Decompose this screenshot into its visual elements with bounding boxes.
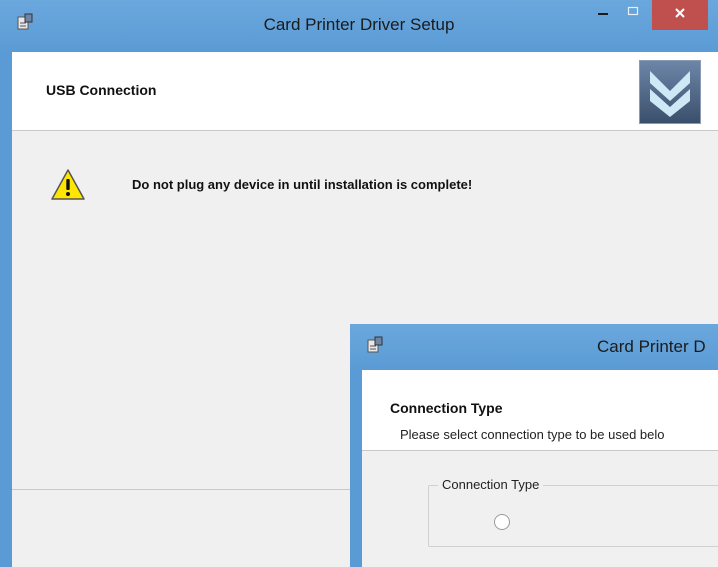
title-bar[interactable]: Card Printer D [350, 324, 718, 370]
setup-window-connection-type: Card Printer D Connection Type Please se… [350, 324, 718, 567]
warning-message: Do not plug any device in until installa… [132, 177, 473, 192]
maximize-button[interactable] [618, 0, 648, 26]
page-header: USB Connection [12, 52, 718, 131]
warning-row: Do not plug any device in until installa… [50, 168, 700, 208]
minimize-icon [597, 4, 609, 22]
maximize-icon [627, 4, 639, 22]
close-icon [674, 6, 686, 24]
warning-icon [50, 168, 86, 202]
setup-app-icon[interactable] [366, 336, 384, 354]
desktop: Card Printer Driver Setup USB Connection [0, 0, 718, 567]
title-bar[interactable]: Card Printer Driver Setup [0, 0, 718, 52]
group-label: Connection Type [438, 477, 544, 492]
connection-type-group [428, 485, 718, 547]
window-title: Card Printer D [597, 337, 706, 356]
close-button[interactable] [652, 0, 708, 30]
instruction-text: Please select connection type to be used… [400, 427, 665, 442]
logo-icon [639, 60, 701, 124]
page-title: Connection Type [390, 400, 503, 416]
minimize-button[interactable] [588, 0, 618, 26]
connection-type-radio[interactable] [494, 514, 510, 530]
page-title: USB Connection [46, 82, 157, 98]
